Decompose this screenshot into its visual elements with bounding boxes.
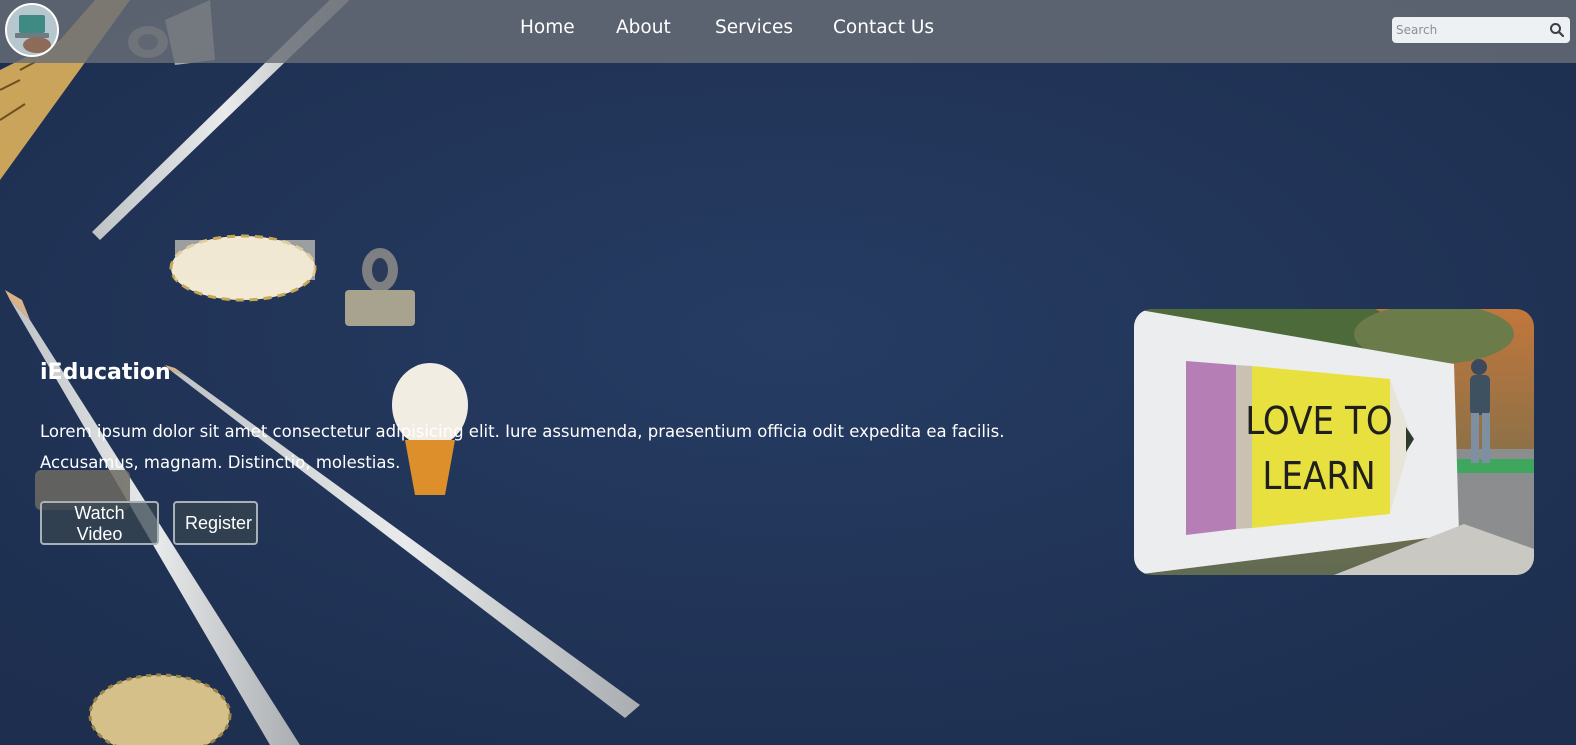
nav-contact-link[interactable]: Contact Us [833,17,934,38]
love-to-learn-sign-image: LOVE TO LEARN [1134,309,1534,575]
logo-avatar[interactable] [5,3,59,57]
navbar: Home About Services Contact Us [0,0,1576,63]
sign-text-line2: LEARN [1262,454,1375,498]
washi-tape-bottom [88,673,232,745]
sign-text-line1: LOVE TO [1245,399,1393,443]
nav-home-link[interactable]: Home [520,17,575,38]
nav-about-link[interactable]: About [616,17,671,38]
search-icon[interactable] [1549,22,1565,38]
watch-video-button[interactable]: Watch Video [40,501,159,545]
hero-image: LOVE TO LEARN [1134,309,1534,575]
register-button[interactable]: Register [173,501,258,545]
nav-services-link[interactable]: Services [715,17,793,38]
hero-title: iEducation [40,360,171,385]
hero-description: Lorem ipsum dolor sit amet consectetur a… [40,422,1005,472]
washi-tape-top [169,234,317,302]
search-input[interactable] [1396,20,1541,40]
page: Home About Services Contact Us iEducatio… [0,0,1576,745]
search-box [1392,17,1570,43]
laptop-avatar-icon [7,5,57,55]
